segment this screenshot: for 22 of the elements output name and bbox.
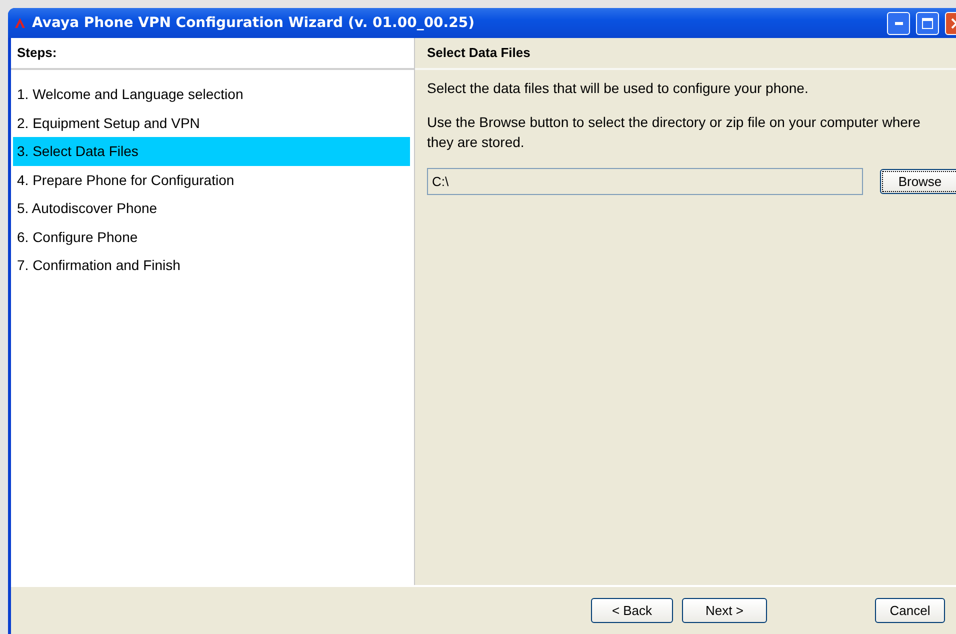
maximize-icon	[922, 18, 933, 28]
minimize-icon	[894, 22, 902, 24]
cancel-button[interactable]: Cancel	[875, 598, 945, 623]
step-item: 2. Equipment Setup and VPN	[16, 114, 201, 133]
instruction-text: Use the Browse button to select the directory or zip file on your computer where they are stored.	[427, 113, 922, 152]
steps-heading: Steps:	[11, 38, 414, 70]
step-item: 4. Prepare Phone for Configuration	[16, 170, 236, 190]
next-button[interactable]: Next >	[682, 598, 767, 623]
step-item: 6. Configure Phone	[16, 228, 139, 247]
back-button[interactable]: < Back	[591, 598, 673, 623]
step-item: 3. Select Data Files	[13, 137, 410, 166]
step-item: 7. Confirmation and Finish	[16, 256, 182, 275]
minimize-button[interactable]	[887, 12, 910, 34]
browse-button[interactable]: Browse	[880, 169, 956, 194]
window-title: Avaya Phone VPN Configuration Wizard (v. 01.00_00.25)	[32, 15, 476, 31]
page-heading: Select Data Files	[415, 38, 956, 70]
logo-icon	[14, 17, 26, 29]
step-item: 5. Autodiscover Phone	[16, 199, 158, 218]
instruction-text: Select the data files that will be used to configure your phone.	[427, 79, 810, 98]
maximize-button[interactable]	[916, 12, 939, 34]
step-item: 1. Welcome and Language selection	[16, 85, 244, 104]
path-field[interactable]: C:\	[427, 168, 863, 195]
